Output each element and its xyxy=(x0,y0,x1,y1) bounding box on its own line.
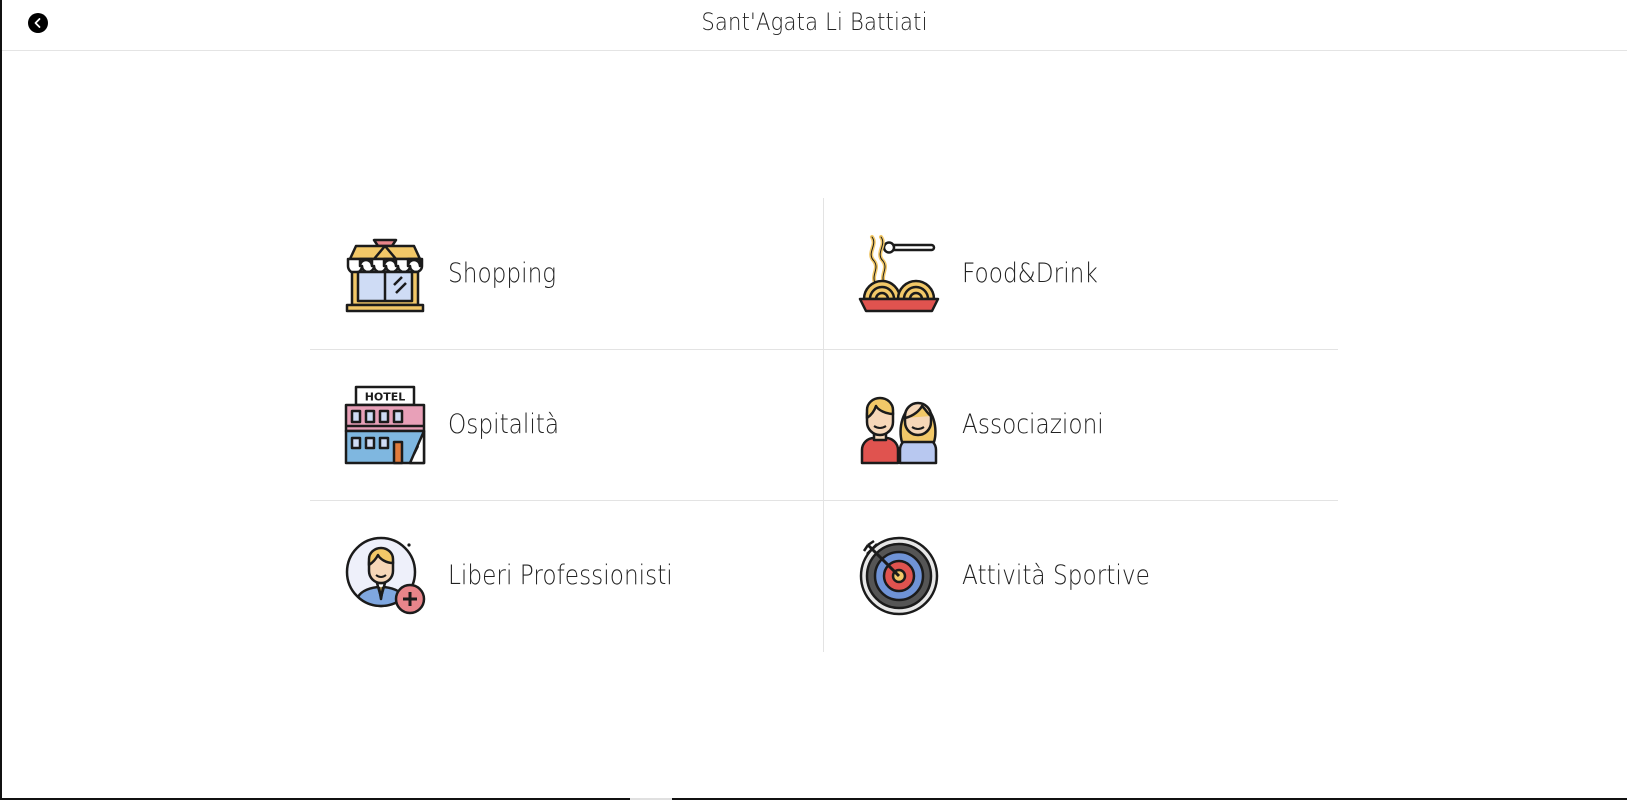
category-label: Ospitalità xyxy=(448,409,560,440)
category-ospitalita[interactable]: HOTEL Ospitalità xyxy=(310,349,823,500)
back-button[interactable] xyxy=(28,13,48,33)
category-shopping[interactable]: Shopping xyxy=(310,198,823,349)
category-label: Associazioni xyxy=(962,409,1104,440)
category-label: Liberi Professionisti xyxy=(448,560,673,591)
window-border-left xyxy=(0,0,2,800)
category-food-drink[interactable]: Food&Drink xyxy=(824,198,1337,349)
app-header: Sant'Agata Li Battiati xyxy=(2,0,1627,51)
people-icon xyxy=(860,396,938,464)
category-label: Food&Drink xyxy=(962,258,1098,289)
category-liberi-professionisti[interactable]: Liberi Professionisti xyxy=(310,500,823,651)
category-label: Attività Sportive xyxy=(962,560,1150,591)
hotel-icon: HOTEL xyxy=(344,385,426,464)
category-label: Shopping xyxy=(448,258,557,289)
category-associazioni[interactable]: Associazioni xyxy=(824,349,1337,500)
professional-icon xyxy=(345,536,426,614)
chevron-left-icon xyxy=(34,18,41,28)
target-icon xyxy=(859,536,939,615)
spaghetti-icon xyxy=(858,234,940,312)
category-grid: Shopping Food&Drink HOTEL Ospitalità Ass… xyxy=(310,198,1338,652)
storefront-icon xyxy=(345,238,425,312)
hotel-sign-text: HOTEL xyxy=(365,390,406,403)
category-attivita-sportive[interactable]: Attività Sportive xyxy=(824,500,1337,651)
page-title: Sant'Agata Li Battiati xyxy=(701,8,928,36)
